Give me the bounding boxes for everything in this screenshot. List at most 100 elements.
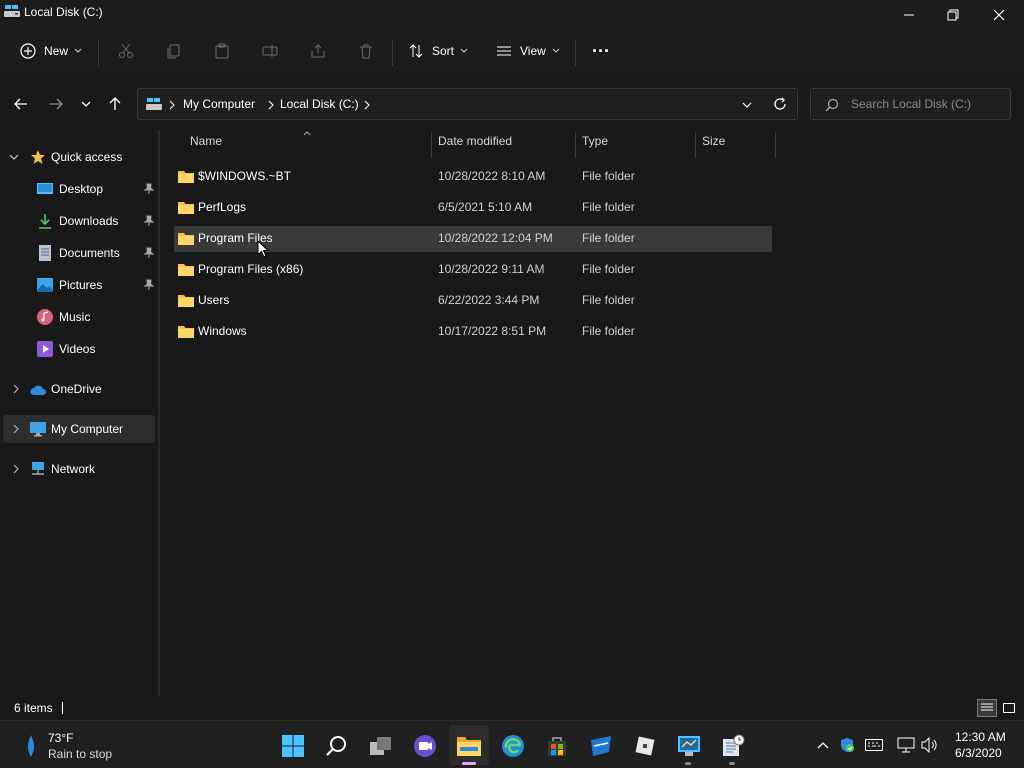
taskbar: 73°F Rain to stop 12:30 AM 6/3/2020 [0,720,1024,768]
edge-browser-icon [502,735,524,757]
security-tray-button[interactable] [838,737,856,753]
column-divider[interactable] [575,132,576,158]
search-box[interactable]: Search Local Disk (C:) [810,88,1011,120]
column-divider[interactable] [431,132,432,158]
sort-button[interactable]: Sort [408,36,468,66]
start-button[interactable] [280,733,306,759]
pin-icon[interactable] [144,215,154,227]
pin-icon[interactable] [144,183,154,195]
address-bar[interactable]: My Computer Local Disk (C:) [137,88,798,120]
delete-button[interactable] [355,40,377,62]
sidebar-label: Network [51,462,96,476]
chevron-down-icon [81,101,91,107]
file-explorer-taskbar-button[interactable] [456,733,482,759]
chevron-right-icon[interactable] [11,384,21,394]
breadcrumb-local-disk[interactable]: Local Disk (C:) [280,97,359,111]
app-button-blue-tile[interactable] [588,733,614,759]
sidebar-label: My Computer [51,422,124,436]
control-panel-icon [678,736,700,756]
cut-button[interactable] [115,40,137,62]
column-divider[interactable] [775,132,776,158]
chat-button[interactable] [412,733,438,759]
sidebar-item-quick-access[interactable]: Quick access [3,143,155,171]
up-button[interactable] [102,90,128,118]
close-button[interactable] [976,0,1022,30]
back-button[interactable] [8,90,34,118]
details-view-button[interactable] [977,699,997,717]
rename-button[interactable] [259,40,281,62]
copy-button[interactable] [163,40,185,62]
column-header-type[interactable]: Type [582,134,608,158]
chevron-right-icon[interactable] [11,464,21,474]
pane-divider[interactable] [158,130,160,696]
refresh-icon[interactable] [773,97,787,111]
sidebar-item-documents[interactable]: Documents [3,239,155,267]
tiles-view-button[interactable] [999,699,1019,717]
app-button-task-scheduler[interactable] [720,733,746,759]
new-label: New [44,44,69,58]
app-button-white-square[interactable] [632,733,658,759]
column-header-date-modified[interactable]: Date modified [438,134,512,158]
sidebar-label: OneDrive [51,382,102,396]
arrow-up-icon [109,97,121,110]
chevron-right-icon [364,100,370,110]
restore-button[interactable] [930,0,976,30]
column-divider[interactable] [695,132,696,158]
sidebar-label: Pictures [59,278,103,292]
edge-button[interactable] [500,733,526,759]
sidebar-item-music[interactable]: Music [3,303,155,331]
sidebar-label: Quick access [51,150,123,164]
cloud-icon [30,385,46,395]
sidebar-item-downloads[interactable]: Downloads [3,207,155,235]
status-item-count: 6 items [14,701,53,715]
sidebar-item-videos[interactable]: Videos [3,335,155,363]
column-header-name[interactable]: Name [190,134,222,158]
sidebar-item-onedrive[interactable]: OneDrive [3,375,155,403]
keyboard-tray-button[interactable] [865,737,883,753]
active-indicator [462,762,476,765]
trash-icon [360,44,372,59]
sidebar-item-network[interactable]: Network [3,455,155,483]
file-row-windows-bt[interactable]: $WINDOWS.~BT 10/28/2022 8:10 AM File fol… [174,164,772,190]
file-row-users[interactable]: Users 6/22/2022 3:44 PM File folder [174,288,772,314]
file-row-windows[interactable]: Windows 10/17/2022 8:51 PM File folder [174,319,772,345]
sidebar-item-pictures[interactable]: Pictures [3,271,155,299]
sidebar-item-desktop[interactable]: Desktop [3,175,155,203]
sidebar-item-my-computer[interactable]: My Computer [3,415,155,443]
minimize-button[interactable] [886,0,932,30]
task-view-button[interactable] [368,733,394,759]
file-row-perflogs[interactable]: PerfLogs 6/5/2021 5:10 AM File folder [174,195,772,221]
pin-icon[interactable] [144,279,154,291]
forward-button[interactable] [43,90,69,118]
new-button[interactable]: New [20,36,82,66]
volume-tray-button[interactable] [921,737,939,753]
file-type: File folder [582,293,635,307]
file-row-program-files-x86[interactable]: Program Files (x86) 10/28/2022 9:11 AM F… [174,257,772,283]
file-type: File folder [582,231,635,245]
column-header-size[interactable]: Size [702,134,725,158]
file-type: File folder [582,324,635,338]
divider [98,40,99,66]
chevron-right-icon[interactable] [11,424,21,434]
clipboard-icon [215,43,229,59]
search-placeholder: Search Local Disk (C:) [851,97,972,111]
paste-button[interactable] [211,40,233,62]
network-tray-button[interactable] [897,737,915,753]
recent-locations-button[interactable] [73,90,99,118]
tiles-view-icon [1003,703,1015,713]
chat-icon [414,735,436,757]
view-button[interactable]: View [496,36,560,66]
address-dropdown-icon[interactable] [742,101,752,109]
share-button[interactable] [307,40,329,62]
file-name: PerfLogs [198,200,247,214]
show-hidden-icons-button[interactable] [814,737,832,753]
chevron-down-icon[interactable] [9,152,19,162]
chevron-down-icon [74,48,82,53]
folder-icon [178,233,194,245]
pin-icon[interactable] [144,247,154,259]
more-options-button[interactable]: ··· [592,36,610,66]
store-button[interactable] [544,733,570,759]
app-button-control-panel[interactable] [676,733,702,759]
taskbar-search-button[interactable] [324,733,350,759]
breadcrumb-my-computer[interactable]: My Computer [183,97,255,111]
